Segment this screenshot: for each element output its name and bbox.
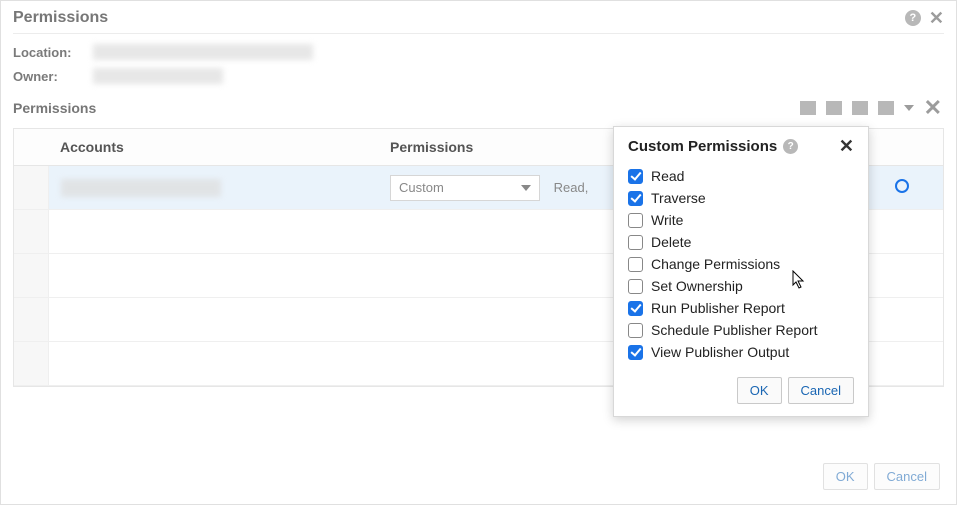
toolbar-edit-icon[interactable]	[826, 101, 842, 115]
popup-title: Custom Permissions ?	[628, 138, 798, 155]
perm-option-change-permissions[interactable]: Change Permissions	[628, 253, 854, 275]
toolbar-dropdown-caret-icon[interactable]	[904, 105, 914, 111]
toolbar-user-icon[interactable]	[878, 101, 894, 115]
help-icon[interactable]: ?	[783, 139, 798, 154]
panel-header: Permissions ? ✕	[13, 9, 944, 34]
perm-option-traverse[interactable]: Traverse	[628, 187, 854, 209]
col-handle	[14, 129, 48, 166]
checkbox-schedule-publisher-report[interactable]	[628, 323, 643, 338]
panel-cancel-button[interactable]: Cancel	[874, 463, 940, 490]
checkbox-traverse[interactable]	[628, 191, 643, 206]
perm-option-write[interactable]: Write	[628, 209, 854, 231]
row-handle[interactable]	[14, 166, 48, 210]
checkbox-delete[interactable]	[628, 235, 643, 250]
location-label: Location:	[13, 45, 93, 60]
close-icon[interactable]: ✕	[929, 9, 944, 27]
popup-cancel-button[interactable]: Cancel	[788, 377, 854, 404]
perm-option-schedule-publisher-report[interactable]: Schedule Publisher Report	[628, 319, 854, 341]
permission-preview: Read,	[554, 180, 589, 195]
help-icon[interactable]: ?	[905, 10, 921, 26]
perm-option-run-publisher-report[interactable]: Run Publisher Report	[628, 297, 854, 319]
perm-option-set-ownership[interactable]: Set Ownership	[628, 275, 854, 297]
panel-title: Permissions	[13, 9, 108, 27]
permissions-toolbar: ✕	[13, 96, 944, 120]
chevron-down-icon	[521, 185, 531, 191]
checkbox-write[interactable]	[628, 213, 643, 228]
popup-ok-button[interactable]: OK	[737, 377, 782, 404]
toolbar-add-icon[interactable]	[800, 101, 816, 115]
row-handle[interactable]	[14, 342, 48, 386]
location-value	[93, 44, 313, 60]
perm-option-read[interactable]: Read	[628, 165, 854, 187]
checkbox-run-publisher-report[interactable]	[628, 301, 643, 316]
row-handle[interactable]	[14, 210, 48, 254]
permission-select-value: Custom	[399, 180, 444, 195]
col-accounts: Accounts	[48, 129, 378, 166]
panel-footer-buttons: OK Cancel	[823, 463, 940, 490]
custom-permissions-popup: Custom Permissions ? ✕ Read Traverse Wri…	[613, 126, 869, 417]
toolbar-remove-icon[interactable]: ✕	[924, 97, 942, 119]
meta-section: Location: Owner:	[13, 34, 944, 96]
owner-value	[93, 68, 223, 84]
toolbar-copy-icon[interactable]	[852, 101, 868, 115]
row-handle[interactable]	[14, 254, 48, 298]
popup-close-icon[interactable]: ✕	[839, 137, 854, 155]
perm-option-delete[interactable]: Delete	[628, 231, 854, 253]
owner-label: Owner:	[13, 69, 93, 84]
row-handle[interactable]	[14, 298, 48, 342]
panel-ok-button[interactable]: OK	[823, 463, 868, 490]
checkbox-change-permissions[interactable]	[628, 257, 643, 272]
account-name	[61, 179, 221, 197]
perm-option-view-publisher-output[interactable]: View Publisher Output	[628, 341, 854, 363]
checkbox-read[interactable]	[628, 169, 643, 184]
permission-select[interactable]: Custom	[390, 175, 540, 201]
checkbox-view-publisher-output[interactable]	[628, 345, 643, 360]
owner-radio[interactable]	[895, 179, 909, 193]
checkbox-set-ownership[interactable]	[628, 279, 643, 294]
